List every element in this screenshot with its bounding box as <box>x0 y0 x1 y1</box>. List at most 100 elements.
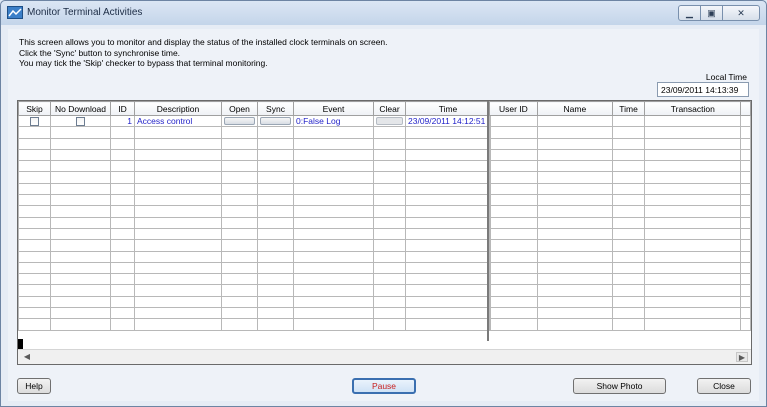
minimize-button[interactable]: ▁ <box>678 5 701 21</box>
help-button[interactable]: Help <box>17 378 51 394</box>
table-row[interactable] <box>489 182 751 196</box>
grid-cell <box>405 284 491 297</box>
grid-cell <box>611 114 646 128</box>
column-header[interactable]: User ID <box>489 101 538 116</box>
table-row[interactable] <box>489 239 751 252</box>
table-row[interactable] <box>489 160 751 173</box>
grid-cell <box>644 273 742 286</box>
grid-cell <box>293 205 374 218</box>
skip-checkbox[interactable] <box>30 117 39 126</box>
grid-cell <box>405 318 491 331</box>
grid-cell <box>134 307 222 320</box>
grid-cell <box>50 216 111 229</box>
grid-cell <box>110 295 135 309</box>
table-row[interactable] <box>18 318 491 331</box>
scroll-left-button[interactable]: ◀ <box>21 352 33 362</box>
column-header[interactable]: Event <box>293 101 374 116</box>
grid-cell <box>536 250 613 263</box>
grid-cell <box>50 171 111 184</box>
table-row[interactable] <box>489 137 751 150</box>
column-header[interactable]: Skip <box>18 101 51 116</box>
table-row[interactable] <box>18 227 491 241</box>
pause-button[interactable]: Pause <box>352 378 416 394</box>
close-window-button[interactable]: ✕ <box>722 5 760 21</box>
table-row[interactable] <box>18 148 491 162</box>
grid-cell <box>611 295 646 309</box>
clear-button[interactable] <box>376 117 403 126</box>
table-row[interactable] <box>18 194 491 207</box>
grid-cell <box>110 307 135 320</box>
table-row[interactable] <box>18 284 491 297</box>
horizontal-scrollbar[interactable]: ◀ ▶ <box>18 349 751 364</box>
column-header[interactable]: Clear <box>373 101 406 116</box>
grid-cell <box>373 160 406 173</box>
scroll-right-button[interactable]: ▶ <box>736 352 748 362</box>
grid-cell <box>740 261 751 275</box>
grid-cell <box>221 273 258 286</box>
table-row[interactable] <box>18 171 491 184</box>
grid-cell <box>221 160 258 173</box>
table-row[interactable] <box>489 126 751 139</box>
table-row[interactable] <box>18 160 491 173</box>
column-header[interactable]: Time <box>611 101 646 116</box>
table-row[interactable] <box>489 194 751 207</box>
grid-cell <box>489 227 538 241</box>
table-row[interactable] <box>489 171 751 184</box>
grid-cell <box>293 148 374 162</box>
column-header[interactable]: Time <box>405 101 491 116</box>
table-row[interactable] <box>489 295 751 309</box>
table-row[interactable] <box>489 273 751 286</box>
column-header[interactable]: No Download <box>50 101 111 116</box>
table-row[interactable] <box>18 182 491 196</box>
table-row[interactable] <box>18 137 491 150</box>
open-button[interactable] <box>224 117 255 126</box>
column-header[interactable]: Sync <box>257 101 294 116</box>
table-row[interactable] <box>18 295 491 309</box>
table-row[interactable] <box>18 126 491 139</box>
table-row[interactable] <box>18 307 491 320</box>
column-header[interactable]: Description <box>134 101 222 116</box>
grid-cell <box>257 182 294 196</box>
table-row[interactable] <box>489 284 751 297</box>
table-row[interactable] <box>18 216 491 229</box>
table-row[interactable] <box>18 250 491 263</box>
sync-button[interactable] <box>260 117 291 126</box>
grid-cell <box>110 227 135 241</box>
show-photo-button[interactable]: Show Photo <box>573 378 666 394</box>
grid-cell <box>134 295 222 309</box>
table-row[interactable] <box>18 239 491 252</box>
no-download-checkbox[interactable] <box>76 117 85 126</box>
grid-cell <box>644 239 742 252</box>
close-button[interactable]: Close <box>697 378 751 394</box>
table-row[interactable] <box>489 114 751 128</box>
table-row[interactable] <box>489 261 751 275</box>
column-header[interactable]: Open <box>221 101 258 116</box>
table-row[interactable] <box>18 273 491 286</box>
table-row[interactable] <box>489 318 751 331</box>
table-row[interactable] <box>489 307 751 320</box>
grid-cell <box>293 284 374 297</box>
grid-cell <box>257 216 294 229</box>
column-header[interactable]: Name <box>536 101 613 116</box>
column-header[interactable]: Transaction <box>644 101 742 116</box>
grid-cell <box>257 148 294 162</box>
terminal-grid[interactable]: Skip No Download ID Description Open Sync Even… <box>17 100 752 365</box>
grid-cell <box>257 284 294 297</box>
table-row[interactable] <box>489 250 751 263</box>
maximize-button[interactable]: ▣ <box>700 5 723 21</box>
table-row[interactable] <box>489 227 751 241</box>
table-row[interactable]: 1 Access control 0:False Log 23/09/2011 14:… <box>18 114 491 128</box>
grid-cell <box>489 126 538 139</box>
grid-cell <box>740 239 751 252</box>
title-bar[interactable]: Monitor Terminal Activities ▁ ▣ ✕ <box>1 1 766 25</box>
table-row[interactable] <box>18 205 491 218</box>
grid-cell <box>405 205 491 218</box>
grid-cell <box>110 273 135 286</box>
table-row[interactable] <box>489 205 751 218</box>
table-row[interactable] <box>489 216 751 229</box>
table-row[interactable] <box>18 261 491 275</box>
column-header[interactable]: ID <box>110 101 135 116</box>
table-row[interactable] <box>489 148 751 162</box>
grid-cell <box>373 239 406 252</box>
grid-cell <box>18 216 51 229</box>
